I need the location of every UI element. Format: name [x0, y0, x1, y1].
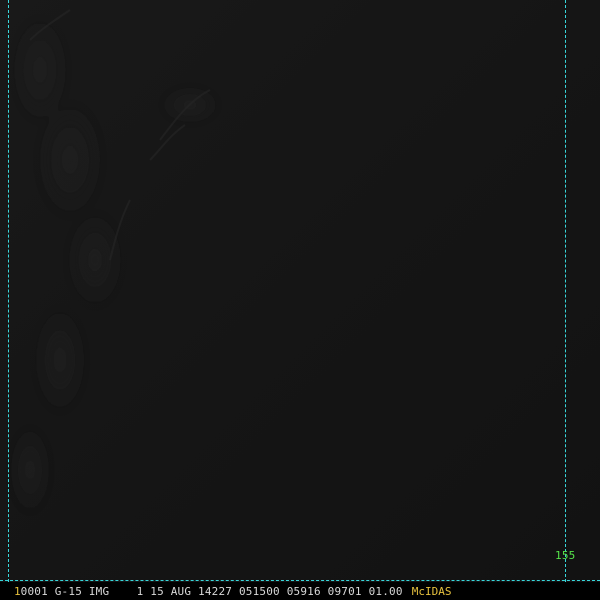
satellite-imagery: [0, 0, 600, 600]
grid-line-left: [8, 0, 9, 582]
brand-label: McIDAS: [411, 584, 452, 598]
corner-value-label: 155: [555, 549, 576, 562]
frame-number: 1: [14, 584, 21, 598]
satellite-image-frame: 155 1 0001 G-15 IMG 1 15 AUG 14227 05150…: [0, 0, 600, 600]
grid-line-bottom: [0, 580, 600, 581]
status-bar: 1 0001 G-15 IMG 1 15 AUG 14227 051500 05…: [0, 582, 600, 600]
image-info-text: 0001 G-15 IMG 1 15 AUG 14227 051500 0591…: [20, 584, 403, 598]
grid-line-right: [565, 0, 566, 582]
